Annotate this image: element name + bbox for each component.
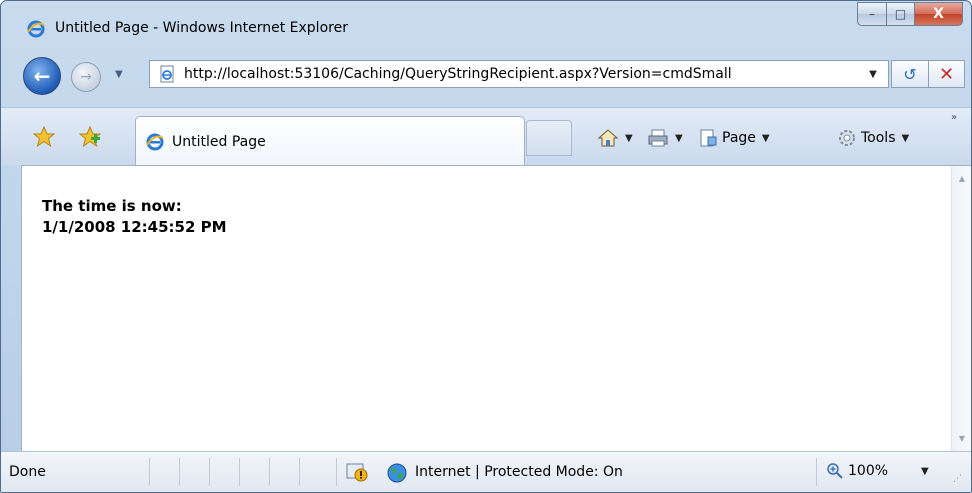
print-dropdown[interactable]: ▼ bbox=[675, 133, 683, 144]
ie-icon bbox=[146, 133, 164, 150]
print-button[interactable]: ▼ bbox=[647, 128, 683, 148]
status-divider bbox=[816, 458, 817, 486]
minimize-button[interactable]: – bbox=[857, 2, 887, 26]
forward-button[interactable]: → bbox=[71, 62, 101, 92]
ie-icon bbox=[27, 20, 45, 38]
status-bar: Done Internet | Protected Mode: On 100% … bbox=[1, 451, 971, 492]
stop-button[interactable]: ✕ bbox=[929, 60, 965, 88]
tab-command-row: Untitled Page ▼ ▼ Page ▼ Tools ▼ » bbox=[1, 107, 971, 166]
maximize-button[interactable]: □ bbox=[887, 2, 915, 26]
status-divider bbox=[179, 458, 180, 486]
new-tab-button[interactable] bbox=[526, 120, 572, 156]
address-bar[interactable]: http://localhost:53106/Caching/QueryStri… bbox=[149, 60, 889, 88]
window-title: Untitled Page - Windows Internet Explore… bbox=[55, 20, 348, 36]
status-divider bbox=[149, 458, 150, 486]
page-icon bbox=[160, 65, 174, 83]
home-icon bbox=[597, 129, 619, 147]
favorites-star-icon[interactable] bbox=[33, 126, 55, 148]
print-icon bbox=[648, 129, 668, 147]
status-divider bbox=[299, 458, 300, 486]
address-dropdown[interactable]: ▼ bbox=[864, 69, 882, 80]
close-button[interactable]: X bbox=[915, 2, 963, 26]
address-row: ← → ▼ http://localhost:53106/Caching/Que… bbox=[1, 51, 971, 101]
vertical-scrollbar[interactable]: ▲ ▼ bbox=[951, 166, 971, 452]
refresh-button[interactable]: ↺ bbox=[891, 60, 929, 88]
page-menu-icon bbox=[700, 129, 717, 147]
status-divider bbox=[269, 458, 270, 486]
tools-menu-label: Tools bbox=[861, 130, 896, 146]
page-menu-button[interactable]: Page ▼ bbox=[698, 128, 770, 148]
caption-buttons: – □ X bbox=[857, 2, 963, 28]
zoom-icon bbox=[827, 463, 843, 479]
scroll-down-arrow[interactable]: ▼ bbox=[952, 430, 971, 448]
resize-grip[interactable]: ⋰ bbox=[953, 474, 962, 484]
status-text: Done bbox=[9, 464, 46, 480]
more-commands-chevron[interactable]: » bbox=[951, 112, 957, 123]
home-button[interactable]: ▼ bbox=[597, 128, 633, 148]
tools-menu-dropdown[interactable]: ▼ bbox=[902, 133, 910, 144]
address-url[interactable]: http://localhost:53106/Caching/QueryStri… bbox=[184, 66, 864, 82]
globe-icon bbox=[387, 463, 407, 483]
page-content: The time is now: 1/1/2008 12:45:52 PM bbox=[42, 196, 227, 238]
time-heading: The time is now: bbox=[42, 197, 182, 215]
browser-window: Untitled Page - Windows Internet Explore… bbox=[0, 0, 972, 493]
page-viewport: The time is now: 1/1/2008 12:45:52 PM ▲ … bbox=[21, 165, 971, 452]
title-bar: Untitled Page - Windows Internet Explore… bbox=[1, 1, 971, 41]
status-divider bbox=[336, 458, 337, 486]
tab-label: Untitled Page bbox=[172, 133, 266, 150]
home-dropdown[interactable]: ▼ bbox=[625, 133, 633, 144]
tab-untitled-page[interactable]: Untitled Page bbox=[135, 116, 525, 166]
page-menu-dropdown[interactable]: ▼ bbox=[762, 133, 770, 144]
add-favorites-icon[interactable] bbox=[79, 126, 101, 148]
tools-gear-icon bbox=[839, 130, 855, 146]
zoom-dropdown[interactable]: ▼ bbox=[921, 466, 929, 477]
scroll-up-arrow[interactable]: ▲ bbox=[952, 170, 971, 188]
warning-shield-icon[interactable] bbox=[346, 462, 368, 482]
recent-pages-dropdown[interactable]: ▼ bbox=[115, 69, 123, 80]
time-value: 1/1/2008 12:45:52 PM bbox=[42, 218, 227, 236]
back-button[interactable]: ← bbox=[23, 57, 61, 95]
page-menu-label: Page bbox=[722, 130, 756, 146]
tools-menu-button[interactable]: Tools ▼ bbox=[837, 128, 909, 148]
zoom-level: 100% bbox=[848, 463, 889, 479]
zoom-control[interactable]: 100% bbox=[826, 462, 888, 480]
status-divider bbox=[209, 458, 210, 486]
status-divider bbox=[239, 458, 240, 486]
security-zone-text[interactable]: Internet | Protected Mode: On bbox=[415, 464, 623, 480]
